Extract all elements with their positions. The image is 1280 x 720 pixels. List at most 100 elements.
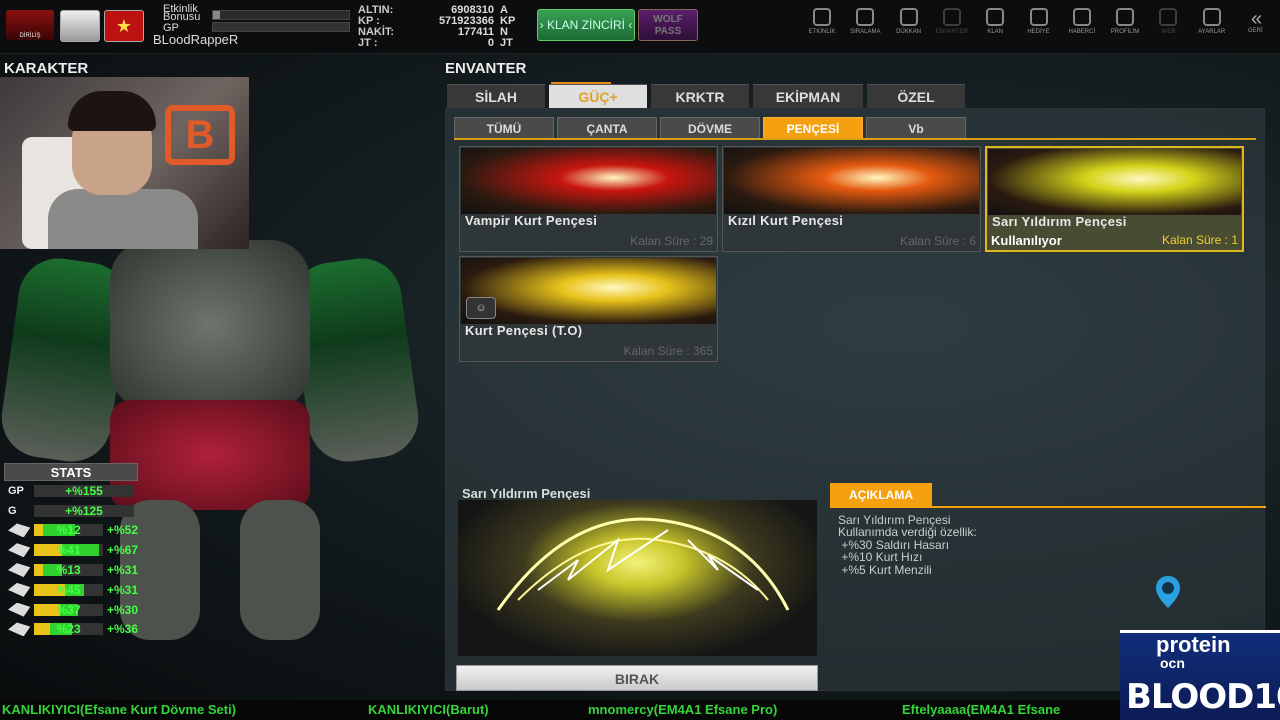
streamer-hair	[68, 91, 156, 131]
drop-button[interactable]: BIRAK	[456, 665, 818, 691]
description-line: Kullanımda verdiği özellik:	[838, 525, 977, 540]
subtab-4[interactable]: Vb	[866, 117, 966, 139]
wolf-pass-button[interactable]: WOLF PASS	[638, 9, 698, 41]
tab-1[interactable]: GÜÇ+	[549, 84, 647, 108]
stat-row: %41 +%67	[4, 540, 138, 560]
sub-tabs-underline	[454, 138, 1256, 140]
character-torso	[110, 240, 310, 410]
stat-label: G	[8, 504, 17, 517]
stat-bar: %45	[34, 582, 103, 597]
nav-label: ETKİNLİK	[808, 29, 836, 35]
stat-bonus-value: +%67	[106, 543, 138, 558]
star-badge-icon[interactable]: ★	[104, 10, 144, 42]
item-card[interactable]: Vampir Kurt Pençesi Kalan Süre : 29	[459, 146, 718, 252]
streamer-body	[48, 189, 198, 249]
item-name: Kızıl Kurt Pençesi	[728, 213, 844, 228]
stat-bar: %13	[34, 563, 103, 578]
item-card[interactable]: Sarı Yıldırım Pençesi Kalan Süre : 1 Kulla…	[985, 146, 1244, 252]
nav-label: WEB	[1161, 29, 1176, 35]
nav-web[interactable]: WEB	[1148, 8, 1188, 35]
stat-base-value: %37	[56, 602, 81, 617]
stat-value: +%125	[65, 503, 103, 518]
nav-label: HEDİYE	[1027, 29, 1050, 35]
stat-row: %45 +%31	[4, 580, 138, 600]
ticker-item: KANLIKIYICI(Barut)	[368, 702, 489, 717]
description-line: +%10 Kurt Hızı	[838, 550, 923, 565]
nav-siralama[interactable]: SIRALAMA	[845, 8, 885, 35]
nav-etki̇nli̇k[interactable]: ETKİNLİK	[802, 8, 842, 35]
stat-base-value: %45	[56, 582, 81, 597]
stat-bar: %23	[34, 622, 103, 637]
preview-title: Sarı Yıldırım Pençesi	[462, 486, 591, 501]
tab-0[interactable]: SİLAH	[447, 84, 545, 108]
stats-title: STATS	[4, 463, 138, 481]
description-line: +%5 Kurt Menzili	[838, 562, 932, 577]
nav-dükkan[interactable]: DÜKKAN	[889, 8, 929, 35]
description-underline	[830, 506, 1266, 508]
ticker-item: Eftelyaaaa(EM4A1 Efsane	[902, 702, 1061, 717]
stat-label: GP	[8, 484, 24, 497]
stat-row: GP +%155	[4, 481, 138, 501]
subtab-0[interactable]: TÜMÜ	[454, 117, 554, 139]
inventory-main-tabs: SİLAH GÜÇ+ KRKTR EKİPMAN ÖZEL	[447, 84, 965, 108]
back-label[interactable]: GERİ	[1248, 28, 1263, 34]
tab-4[interactable]: ÖZEL	[867, 84, 965, 108]
stat-row: G +%125	[4, 501, 138, 521]
nav-label: AYARLAR	[1198, 29, 1226, 35]
currency-row: JT : 0 JT	[358, 38, 514, 49]
item-image	[724, 148, 979, 214]
shield-icon	[986, 8, 1005, 26]
gear-icon	[1202, 8, 1221, 26]
stat-value: +%155	[65, 483, 103, 498]
b-logo-sign: B	[165, 105, 235, 165]
subtab-1[interactable]: ÇANTA	[557, 117, 657, 139]
nav-ayarlar[interactable]: AYARLAR	[1192, 8, 1232, 35]
nav-hedi̇ye[interactable]: HEDİYE	[1019, 8, 1059, 35]
wolf-pass-line1: WOLF	[653, 14, 683, 25]
item-card[interactable]: Kızıl Kurt Pençesi Kalan Süre : 6	[722, 146, 981, 252]
item-card[interactable]: ☺ Kurt Pençesi (T.O) Kalan Süre : 365	[459, 256, 718, 362]
stats-panel: STATS GP +%155 G +%125 %12 +%52 %41 +%67 %13 +%31…	[4, 463, 138, 639]
item-remaining: Kalan Süre : 1	[1161, 233, 1238, 247]
nav-label: PROFİLİM	[1110, 29, 1140, 35]
stat-bar: +%125	[34, 503, 134, 518]
stat-base-value: %13	[56, 563, 81, 578]
currency-unit: JT	[500, 37, 513, 49]
subtab-3[interactable]: PENÇESİ	[763, 117, 863, 139]
damage-icon	[8, 523, 31, 538]
wolf-icon	[856, 8, 875, 26]
subtab-2[interactable]: DÖVME	[660, 117, 760, 139]
sponsor-code: BLOOD10	[1126, 677, 1280, 717]
nav-haberci̇[interactable]: HABERCİ	[1062, 8, 1102, 35]
nav-profi̇li̇m[interactable]: PROFİLİM	[1105, 8, 1145, 35]
description-tab[interactable]: AÇIKLAMA	[830, 483, 932, 507]
inventory-title: ENVANTER	[445, 60, 527, 77]
nav-envanter[interactable]: ENVANTER	[932, 8, 972, 35]
megaphone-icon	[1072, 8, 1091, 26]
top-bar: DİRİLİŞ ★ Etkinlik Bonusu GP BLoodRappeR…	[0, 0, 1280, 54]
game-logo: DİRİLİŞ	[6, 10, 54, 40]
tab-2[interactable]: KRKTR	[651, 84, 749, 108]
character-title: KARAKTER	[4, 60, 89, 77]
item-image	[461, 258, 716, 324]
nav-klan[interactable]: KLAN	[975, 8, 1015, 35]
klan-chain-button[interactable]: › KLAN ZİNCİRİ ‹	[537, 9, 635, 41]
stat-base-value: %23	[56, 622, 81, 637]
tab-3[interactable]: EKİPMAN	[753, 84, 863, 108]
stat-base-value: %41	[56, 543, 81, 558]
description-text: Sarı Yıldırım Pençesi Kullanımda verdiği …	[838, 514, 977, 576]
item-remaining: Kalan Süre : 6	[899, 234, 976, 248]
item-name: Sarı Yıldırım Pençesi	[992, 214, 1127, 229]
stat-row: %37 +%30	[4, 600, 138, 620]
rank-badge-icon[interactable]	[60, 10, 100, 42]
nav-label: SIRALAMA	[850, 29, 881, 35]
speed-icon	[8, 543, 31, 558]
gift-icon	[1029, 8, 1048, 26]
stat-bar: +%155	[34, 483, 134, 498]
stat-bar: %12	[34, 523, 103, 537]
sponsor-line1: protein	[1156, 632, 1231, 657]
globe-icon	[1159, 8, 1178, 26]
item-name: Vampir Kurt Pençesi	[465, 213, 598, 228]
nav-label: HABERCİ	[1068, 29, 1096, 35]
bonus-progress-bar	[212, 10, 350, 20]
